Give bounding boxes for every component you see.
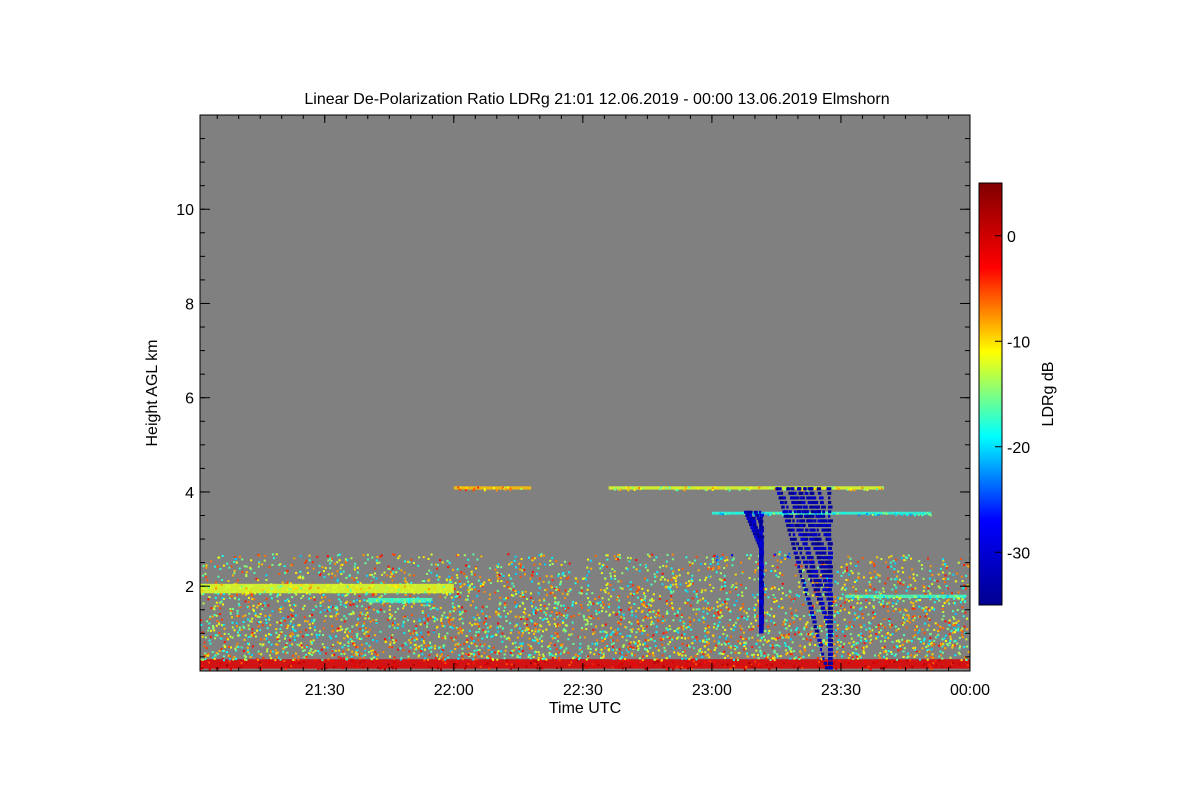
- colorbar-tick-label: -30: [1007, 545, 1030, 562]
- ldr-chart: Linear De-Polarization Ratio LDRg 21:01 …: [144, 91, 1057, 717]
- x-tick-label: 22:30: [563, 682, 603, 699]
- y-tick-label: 2: [185, 579, 194, 596]
- x-axis-label: Time UTC: [549, 700, 621, 717]
- x-tick-label: 22:00: [434, 682, 474, 699]
- x-tick-label: 00:00: [950, 682, 990, 699]
- y-tick-label: 6: [185, 391, 194, 408]
- colorbar: [978, 182, 1003, 606]
- x-tick-label: 23:30: [821, 682, 861, 699]
- y-tick-label: 8: [185, 296, 194, 313]
- y-tick-label: 4: [185, 485, 194, 502]
- colorbar-label: LDRg dB: [1040, 362, 1057, 427]
- chart-title: Linear De-Polarization Ratio LDRg 21:01 …: [304, 91, 889, 108]
- colorbar-tick-label: -10: [1007, 334, 1030, 351]
- y-axis-label: Height AGL km: [144, 339, 161, 446]
- x-tick-label: 23:00: [692, 682, 732, 699]
- y-tick-label: 10: [176, 202, 194, 219]
- x-tick-label: 21:30: [305, 682, 345, 699]
- colorbar-tick-label: 0: [1007, 229, 1016, 246]
- colorbar-tick-label: -20: [1007, 440, 1030, 457]
